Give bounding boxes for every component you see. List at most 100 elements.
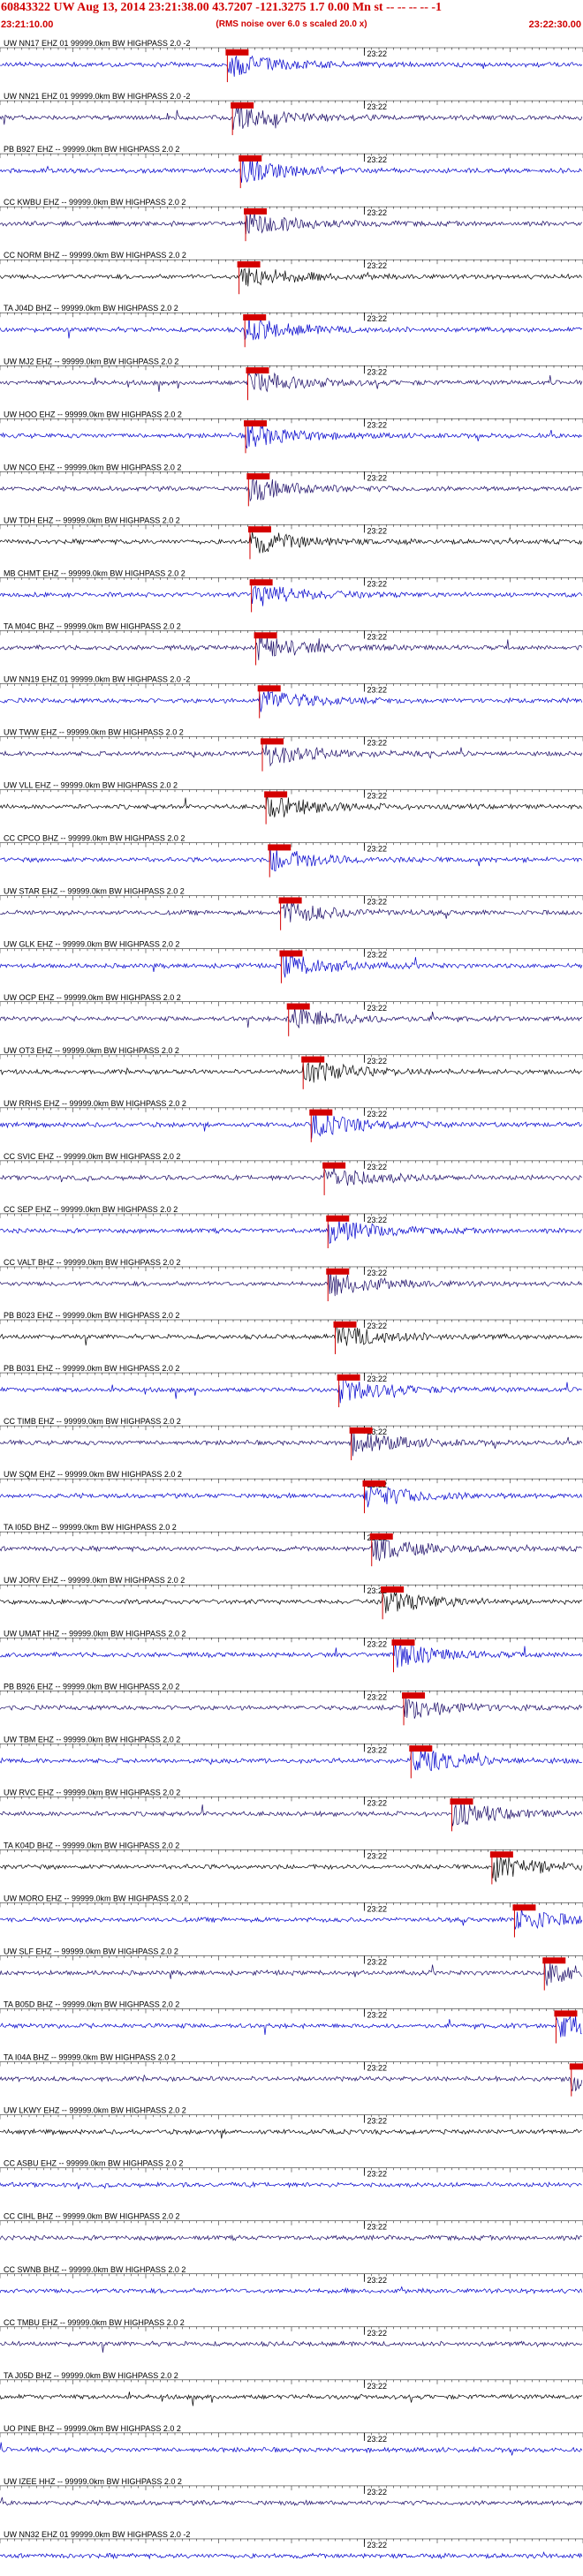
waveform-trace (0, 2128, 582, 2139)
pick-marker (247, 526, 271, 533)
minute-tick-label: 23:22 (367, 792, 388, 801)
waveform-trace (0, 635, 583, 660)
pick-marker (261, 738, 284, 745)
pick-marker (369, 1533, 393, 1540)
channel-label: UW IZEE HHZ -- 99999.0km BW HIGHPASS 2.0… (4, 2477, 182, 2486)
pick-marker (246, 367, 269, 374)
channel-label: CC SVIC EHZ -- 99999.0km BW HIGHPASS 2.0… (4, 1152, 180, 1161)
minute-tick-label: 23:22 (367, 261, 388, 270)
waveform-trace (0, 210, 583, 235)
channel-label: CC CPCO BHZ -- 99999.0km BW HIGHPASS 2.0… (4, 834, 185, 843)
pick-marker (246, 473, 270, 480)
waveform-trace (0, 1111, 583, 1139)
channel-label: UW NN17 EHZ 01 99999.0km BW HIGHPASS 2.0… (4, 39, 190, 48)
minute-tick-label: 23:22 (367, 1216, 388, 1224)
pick-marker (301, 1056, 325, 1063)
channel-label: PB B926 EHZ -- 99999.0km BW HIGHPASS 2.0… (4, 1682, 179, 1691)
minute-tick-label: 23:22 (367, 898, 388, 907)
end-time-label: 23:22:30.00 (528, 19, 581, 30)
pick-marker (326, 1268, 350, 1275)
channel-label: UW GLK EHZ -- 99999.0km BW HIGHPASS 2.0 … (4, 940, 179, 949)
pick-marker (249, 579, 273, 586)
event-title: 60843322 UW Aug 13, 2014 23:21:38.00 43.… (1, 1, 443, 14)
minute-tick-label: 23:22 (367, 579, 388, 588)
minute-tick-label: 23:22 (367, 102, 388, 111)
channel-label: UW UMAT HHZ -- 99999.0km BW HIGHPASS 2.0… (4, 1629, 186, 1638)
pick-marker (409, 1745, 433, 1752)
channel-label: UW NN21 EHZ 01 99999.0km BW HIGHPASS 2.0… (4, 92, 190, 101)
channel-label: TA J05D BHZ -- 99999.0km BW HIGHPASS 2.0… (4, 2371, 178, 2380)
waveform-trace (0, 424, 583, 449)
waveform-trace (0, 689, 583, 712)
waveform-trace (0, 2550, 583, 2560)
waveform-trace (0, 371, 583, 393)
waveform-trace (0, 1375, 582, 1404)
waveform-trace (0, 1166, 582, 1186)
minute-tick-label: 23:22 (367, 1692, 388, 1701)
pick-marker (244, 420, 268, 427)
waveform-trace (0, 2015, 582, 2037)
pick-marker (238, 154, 262, 162)
channel-label: UW NN19 EHZ 01 99999.0km BW HIGHPASS 2.0… (4, 675, 190, 684)
minute-tick-label: 23:22 (367, 155, 388, 164)
waveform-trace (0, 1697, 583, 1719)
minute-tick-label: 23:22 (367, 2541, 388, 2550)
pick-marker (278, 897, 302, 904)
waveform-trace (0, 1269, 583, 1297)
minute-tick-label: 23:22 (367, 1851, 388, 1860)
minute-tick-label: 23:22 (367, 314, 388, 323)
minute-tick-label: 23:22 (367, 1375, 388, 1383)
waveform-trace (0, 1592, 583, 1614)
pick-marker (243, 314, 267, 321)
pick-marker (309, 1109, 333, 1116)
pick-marker (333, 1321, 357, 1328)
minute-tick-label: 23:22 (367, 1958, 388, 1967)
waveform-trace (0, 1908, 583, 1930)
pick-marker (542, 1957, 566, 1964)
pick-marker (322, 1162, 346, 1169)
waveform-trace (0, 1802, 583, 1827)
waveform-trace (0, 316, 583, 341)
pick-marker (257, 685, 281, 692)
waveform-trace (0, 104, 583, 131)
waveform-trace (0, 2233, 583, 2241)
pick-marker (268, 844, 292, 851)
minute-tick-label: 23:22 (367, 2435, 388, 2444)
minute-tick-label: 23:22 (367, 632, 388, 641)
channel-label: UW SLF EHZ -- 99999.0km BW HIGHPASS 2.0 … (4, 1947, 178, 1956)
waveform-trace (0, 1747, 582, 1772)
channel-label: UW HOO EHZ -- 99999.0km BW HIGHPASS 2.0 … (4, 410, 182, 418)
channel-label: UW JORV EHZ -- 99999.0km BW HIGHPASS 2.0… (4, 1576, 185, 1585)
channel-label: UW SQM EHZ -- 99999.0km BW HIGHPASS 2.0 … (4, 1470, 182, 1479)
waveform-trace (0, 2181, 582, 2189)
minute-tick-label: 23:22 (367, 2170, 388, 2179)
channel-label: MB CHMT EHZ -- 99999.0km BW HIGHPASS 2.0… (4, 569, 186, 577)
minute-tick-label: 23:22 (367, 1639, 388, 1648)
minute-tick-label: 23:22 (367, 951, 388, 960)
pick-marker (512, 1904, 536, 1911)
channel-label: UW OCP EHZ -- 99999.0km BW HIGHPASS 2.0 … (4, 993, 181, 1002)
channel-label: UW VLL EHZ -- 99999.0km BW HIGHPASS 2.0 … (4, 781, 178, 790)
waveform-trace (0, 744, 583, 767)
pick-marker (450, 1798, 473, 1805)
channel-label: CC TMBU EHZ -- 99999.0km BW HIGHPASS 2.0… (4, 2318, 185, 2327)
minute-tick-label: 23:22 (367, 1269, 388, 1277)
minute-tick-label: 23:22 (367, 2117, 388, 2126)
waveform-trace (0, 1219, 582, 1245)
minute-tick-label: 23:22 (367, 2011, 388, 2020)
waveform-trace (0, 1006, 583, 1028)
channel-label: UW TBM EHZ -- 99999.0km BW HIGHPASS 2.0 … (4, 1735, 180, 1744)
minute-tick-label: 23:22 (367, 739, 388, 748)
pick-marker (231, 102, 254, 109)
waveform-trace (0, 585, 583, 606)
channel-label: UW TWW EHZ -- 99999.0km BW HIGHPASS 2.0 … (4, 728, 184, 737)
pick-marker (225, 49, 249, 56)
pick-marker (489, 1851, 513, 1858)
minute-tick-label: 23:22 (367, 367, 388, 376)
minute-tick-label: 23:22 (367, 1904, 388, 1913)
waveform-trace (0, 531, 583, 554)
minute-tick-label: 23:22 (367, 1322, 388, 1330)
pick-marker (254, 632, 277, 639)
minute-tick-label: 23:22 (367, 1745, 388, 1754)
minute-tick-label: 23:22 (367, 208, 388, 217)
